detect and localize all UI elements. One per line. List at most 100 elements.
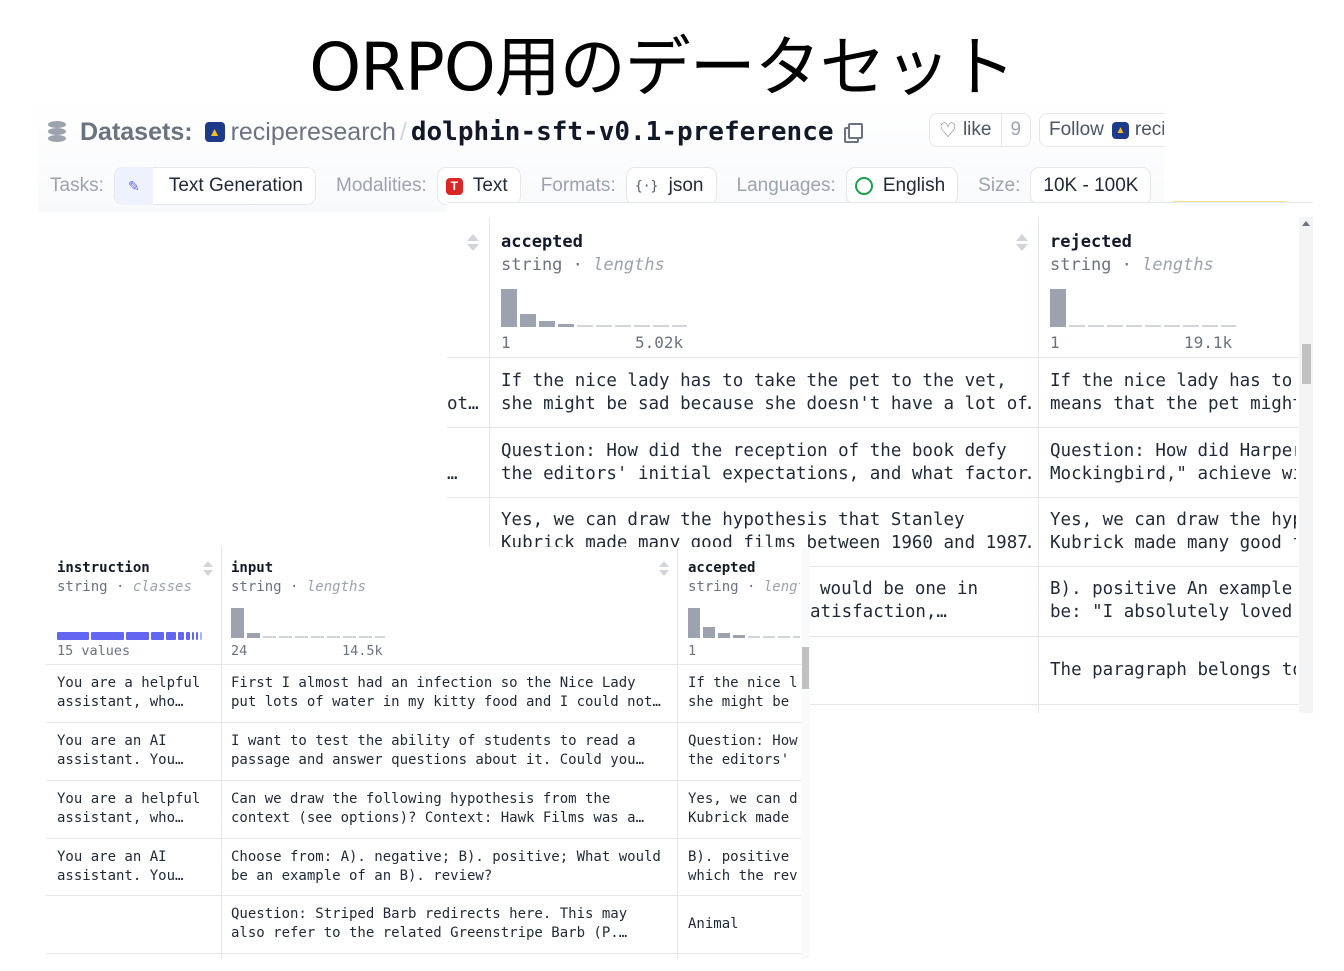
table-cell-input[interactable]: also refer to the related Greenstripe Ba… xyxy=(231,924,671,943)
table-cell-rejected[interactable]: B). positive An example xyxy=(1050,578,1296,601)
table-cell-input[interactable]: Question: Striped Barb redirects here. T… xyxy=(231,905,671,924)
org-avatar-icon[interactable]: ▲ xyxy=(204,122,225,142)
table-cell-partial[interactable]: … xyxy=(447,463,458,486)
table-cell-accepted[interactable]: which the rev xyxy=(688,867,800,886)
table-cell-rejected[interactable]: means that the pet might xyxy=(1050,393,1296,416)
language-tag[interactable]: English xyxy=(845,167,959,205)
task-tag[interactable]: ✎ Text Generation xyxy=(113,167,316,205)
column-type-text: string xyxy=(57,579,108,595)
row-divider xyxy=(46,722,810,723)
formats-key: Formats: xyxy=(540,175,616,196)
table-cell-instruction[interactable]: You are an AI xyxy=(57,732,217,751)
sort-icon[interactable] xyxy=(1016,234,1028,252)
table-cell-rejected[interactable]: Kubrick made many good f xyxy=(1050,532,1296,555)
table-cell-accepted[interactable]: Yes, we can d xyxy=(688,790,800,809)
like-button[interactable]: ♡ like 9 xyxy=(929,113,1032,147)
histogram-bar xyxy=(1088,325,1104,327)
table-cell-instruction[interactable]: assistant. You… xyxy=(57,867,217,886)
modality-tag[interactable]: T Text xyxy=(436,167,521,205)
column-type: string · classes xyxy=(57,579,192,595)
dataset-meta: Tasks: ✎ Text Generation Modalities: T T… xyxy=(50,166,1164,206)
vertical-scrollbar[interactable] xyxy=(1299,217,1313,713)
table-cell-rejected[interactable]: Mockingbird," achieve wi xyxy=(1050,463,1296,486)
table-cell-rejected[interactable]: The paragraph belongs to xyxy=(1050,659,1296,682)
table-cell-rejected[interactable]: Question: How did Harper xyxy=(1050,440,1296,463)
table-cell-accepted[interactable]: the editors' initial expectations, and w… xyxy=(501,463,1031,486)
classes-bar xyxy=(57,632,204,640)
table-cell-instruction[interactable]: You are a helpful xyxy=(57,674,217,693)
table-cell-accepted[interactable]: If the nice lady has to take the pet to … xyxy=(501,370,1031,393)
table-cell-rejected[interactable]: If the nice lady has to xyxy=(1050,370,1296,393)
histogram-bar xyxy=(539,321,555,327)
table-cell-accepted[interactable]: Question: How did the reception of the b… xyxy=(501,440,1031,463)
table-cell-accepted[interactable]: would be one in xyxy=(820,578,1031,601)
scroll-thumb[interactable] xyxy=(1302,344,1311,384)
table-cell-instruction[interactable]: assistant, who… xyxy=(57,693,217,712)
languages-key: Languages: xyxy=(736,175,836,196)
histogram-max: 14.5k xyxy=(342,643,383,659)
length-histogram xyxy=(501,289,687,327)
breadcrumb: Datasets: ▲ reciperesearch / dolphin-sft… xyxy=(48,114,863,150)
size-tag[interactable]: 10K - 100K xyxy=(1030,167,1152,205)
datasets-label: Datasets: xyxy=(80,117,193,146)
table-cell-input[interactable]: passage and answer questions about it. C… xyxy=(231,751,671,770)
table-cell-accepted[interactable]: she might be sad because she doesn't hav… xyxy=(501,393,1031,416)
column-stat-text: lengths xyxy=(593,255,665,275)
table-cell-instruction[interactable]: assistant. You… xyxy=(57,751,217,770)
table-cell-input[interactable]: First I almost had an infection so the N… xyxy=(231,674,671,693)
class-segment xyxy=(200,632,202,640)
histogram-bar xyxy=(672,325,687,327)
copy-icon[interactable] xyxy=(843,123,863,143)
histogram-bar xyxy=(1050,289,1066,327)
histogram-bar xyxy=(1183,325,1199,327)
table-cell-accepted[interactable]: she might be xyxy=(688,693,800,712)
histogram-bar xyxy=(703,627,715,638)
row-divider xyxy=(46,895,810,896)
vertical-scrollbar[interactable] xyxy=(801,547,810,959)
histogram-bar xyxy=(231,608,244,638)
table-cell-instruction[interactable]: You are an AI xyxy=(57,848,217,867)
table-cell-input[interactable]: Choose from: A). negative; B). positive;… xyxy=(231,848,671,867)
table-cell-accepted[interactable]: B). positive xyxy=(688,848,800,867)
table-cell-input[interactable]: be an example of an B). review? xyxy=(231,867,671,886)
table-cell-accepted[interactable]: Question: How xyxy=(688,732,800,751)
scroll-up-icon[interactable] xyxy=(1302,221,1310,226)
table-cell-input[interactable]: I want to test the ability of students t… xyxy=(231,732,671,751)
histogram-bar xyxy=(1126,325,1142,327)
follow-button[interactable]: Follow ▲ reci xyxy=(1039,113,1164,147)
sort-icon[interactable] xyxy=(467,234,479,252)
histogram-bar xyxy=(733,635,745,638)
column-type: string · lengt xyxy=(688,579,800,595)
text-icon: T xyxy=(445,177,463,195)
table-cell-rejected[interactable]: be: "I absolutely loved xyxy=(1050,601,1296,624)
table-cell-input[interactable]: Can we draw the following hypothesis fro… xyxy=(231,790,671,809)
table-cell-accepted[interactable]: If the nice l xyxy=(688,674,800,693)
format-label: json xyxy=(668,175,704,196)
column-divider xyxy=(221,547,222,959)
org-link[interactable]: reciperesearch xyxy=(231,118,396,147)
format-tag[interactable]: {·} json xyxy=(625,167,717,205)
table-cell-accepted[interactable]: the editors' xyxy=(688,751,800,770)
table-cell-accepted[interactable]: Yes, we can draw the hypothesis that Sta… xyxy=(501,509,1031,532)
table-cell-accepted[interactable]: Kubrick made xyxy=(688,809,800,828)
row-divider xyxy=(46,838,810,839)
column-stat-text: lengths xyxy=(1142,255,1214,275)
table-cell-input[interactable]: put lots of water in my kitty food and I… xyxy=(231,693,671,712)
sort-icon[interactable] xyxy=(659,561,671,579)
sort-icon[interactable] xyxy=(203,561,215,579)
length-histogram xyxy=(1050,289,1236,327)
table-cell-input[interactable]: context (see options)? Context: Hawk Fil… xyxy=(231,809,671,828)
histogram-bar xyxy=(748,636,760,638)
column-divider xyxy=(677,547,678,959)
table-cell-accepted[interactable]: Animal xyxy=(688,915,800,934)
table-cell-partial[interactable]: ot… xyxy=(447,393,479,416)
repo-name[interactable]: dolphin-sft-v0.1-preference xyxy=(411,117,834,147)
scroll-thumb[interactable] xyxy=(802,647,809,689)
table-cell-instruction[interactable]: assistant, who… xyxy=(57,809,217,828)
table-cell-rejected[interactable]: Yes, we can draw the hyp xyxy=(1050,509,1296,532)
language-label: English xyxy=(882,175,946,196)
table-cell-accepted[interactable]: atisfaction,… xyxy=(810,601,1031,624)
histogram-bar xyxy=(763,636,775,638)
histogram-bar xyxy=(596,325,612,327)
table-cell-instruction[interactable]: You are a helpful xyxy=(57,790,217,809)
